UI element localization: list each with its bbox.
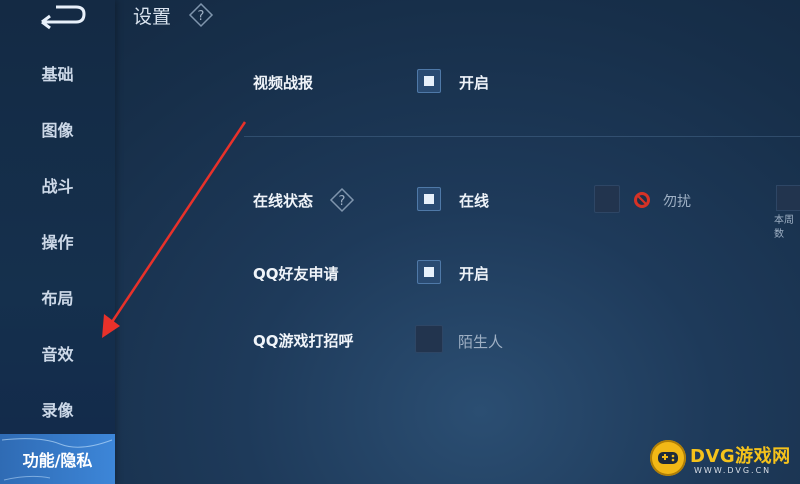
watermark: DVG游戏网 WWW.DVG.CN [650,438,800,484]
sidebar: 基础 图像 战斗 操作 布局 音效 录像 功能/隐私 [0,0,115,484]
gamepad-logo-icon [650,440,686,476]
do-not-disturb-icon [634,192,650,208]
sidebar-item-label: 操作 [41,233,74,252]
help-icon[interactable]: ? [329,187,355,213]
online-status-label: 在线状态 [253,192,314,210]
sidebar-item-label: 音效 [41,345,74,364]
sidebar-item-basic[interactable]: 基础 [0,52,115,94]
watermark-title: DVG游戏网 [690,446,791,467]
sidebar-item-label: 录像 [41,401,74,420]
sidebar-item-label: 基础 [41,65,74,84]
sidebar-item-layout[interactable]: 布局 [0,276,115,318]
section-divider [244,136,800,137]
sidebar-item-sound[interactable]: 音效 [0,332,115,374]
cut-off-label: 本周 数 [774,215,794,240]
qq-game-greeting-label: QQ游戏打招呼 [253,332,354,350]
svg-text:?: ? [339,194,346,209]
sidebar-item-label: 布局 [41,289,74,308]
svg-text:?: ? [198,9,205,24]
sidebar-item-features-privacy[interactable]: 功能/隐私 [0,434,115,484]
video-report-label: 视频战报 [253,74,314,92]
sidebar-item-label: 功能/隐私 [22,451,93,470]
back-arrow-icon[interactable] [36,2,88,30]
sidebar-item-image[interactable]: 图像 [0,108,115,150]
page-title: 设置 [133,6,172,28]
sidebar-item-label: 战斗 [41,177,74,196]
annotation-arrow [102,121,247,338]
qq-friend-request-label: QQ好友申请 [253,265,339,283]
sidebar-item-label: 图像 [41,121,74,140]
watermark-url: WWW.DVG.CN [694,466,772,475]
sidebar-item-battle[interactable]: 战斗 [0,164,115,206]
qq-game-greeting-checkbox[interactable] [415,325,443,353]
help-icon[interactable]: ? [188,2,214,28]
online-checkbox[interactable] [417,187,441,211]
qq-friend-request-checkbox[interactable] [417,260,441,284]
qq-friend-request-option-label: 开启 [459,265,490,283]
stranger-option-label: 陌生人 [458,333,504,351]
video-report-option-label: 开启 [459,74,490,92]
do-not-disturb-label: 勿扰 [663,194,691,210]
do-not-disturb-checkbox[interactable] [594,185,620,213]
online-option-label: 在线 [459,192,490,210]
cut-off-checkbox[interactable] [776,185,800,211]
video-report-checkbox[interactable] [417,69,441,93]
sidebar-item-replay[interactable]: 录像 [0,388,115,430]
sidebar-item-controls[interactable]: 操作 [0,220,115,262]
